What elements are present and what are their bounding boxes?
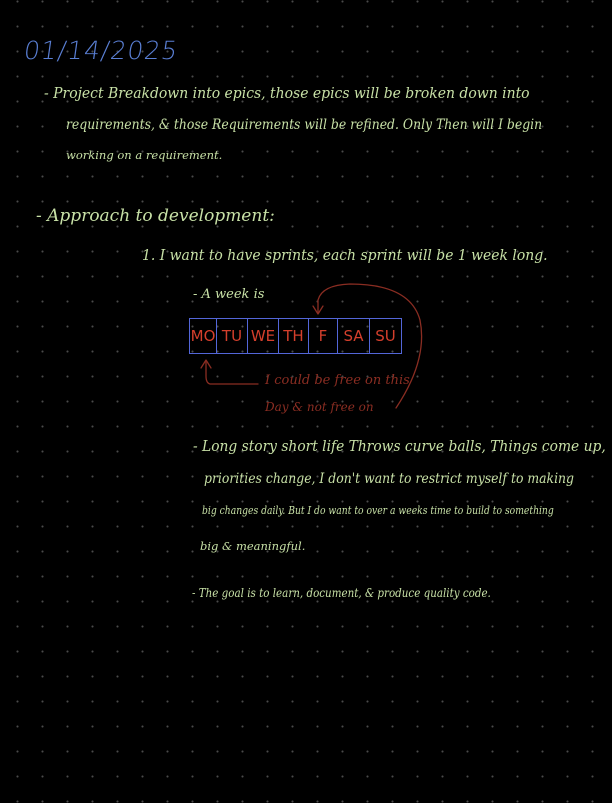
note-date: 01/14/2025 [22, 36, 181, 65]
arrow-head-friday [312, 305, 324, 315]
arrow-head-monday [200, 359, 212, 369]
long-story-line-1: - Long story short life Throws curve bal… [193, 437, 606, 455]
day-cell-mo: MO [190, 319, 217, 353]
week-label: - A week is [193, 287, 265, 302]
day-cell-we: WE [248, 319, 279, 353]
availability-note-line-1: I could be free on this [265, 373, 410, 388]
bullet-1-line-3: working on a requirement. [66, 148, 223, 162]
day-cell-f: F [309, 319, 338, 353]
week-days-table: MO TU WE TH F SA SU [189, 318, 402, 354]
bullet-1-line-1: - Project Breakdown into epics, those ep… [44, 84, 530, 102]
long-story-line-4: big & meaningful. [200, 539, 306, 553]
day-cell-su: SU [375, 327, 396, 345]
day-cell-tu: TU [217, 319, 248, 353]
long-story-line-3: big changes daily. But I do want to over… [202, 503, 554, 517]
long-story-line-2: priorities change, I don't want to restr… [204, 471, 575, 487]
note-page: 01/14/2025 - Project Breakdown into epic… [0, 0, 612, 803]
day-cell-th: TH [279, 319, 309, 353]
goal-line: - The goal is to learn, document, & prod… [192, 586, 491, 600]
availability-note-line-2: Day & not free on [265, 400, 374, 414]
sprint-item: 1. I want to have sprints, each sprint w… [142, 248, 548, 264]
approach-heading: - Approach to development: [36, 206, 275, 226]
day-cell-sa: SA [338, 319, 370, 353]
bullet-1-line-2: requirements, & those Requirements will … [66, 117, 543, 133]
arrow-to-monday [205, 361, 259, 385]
